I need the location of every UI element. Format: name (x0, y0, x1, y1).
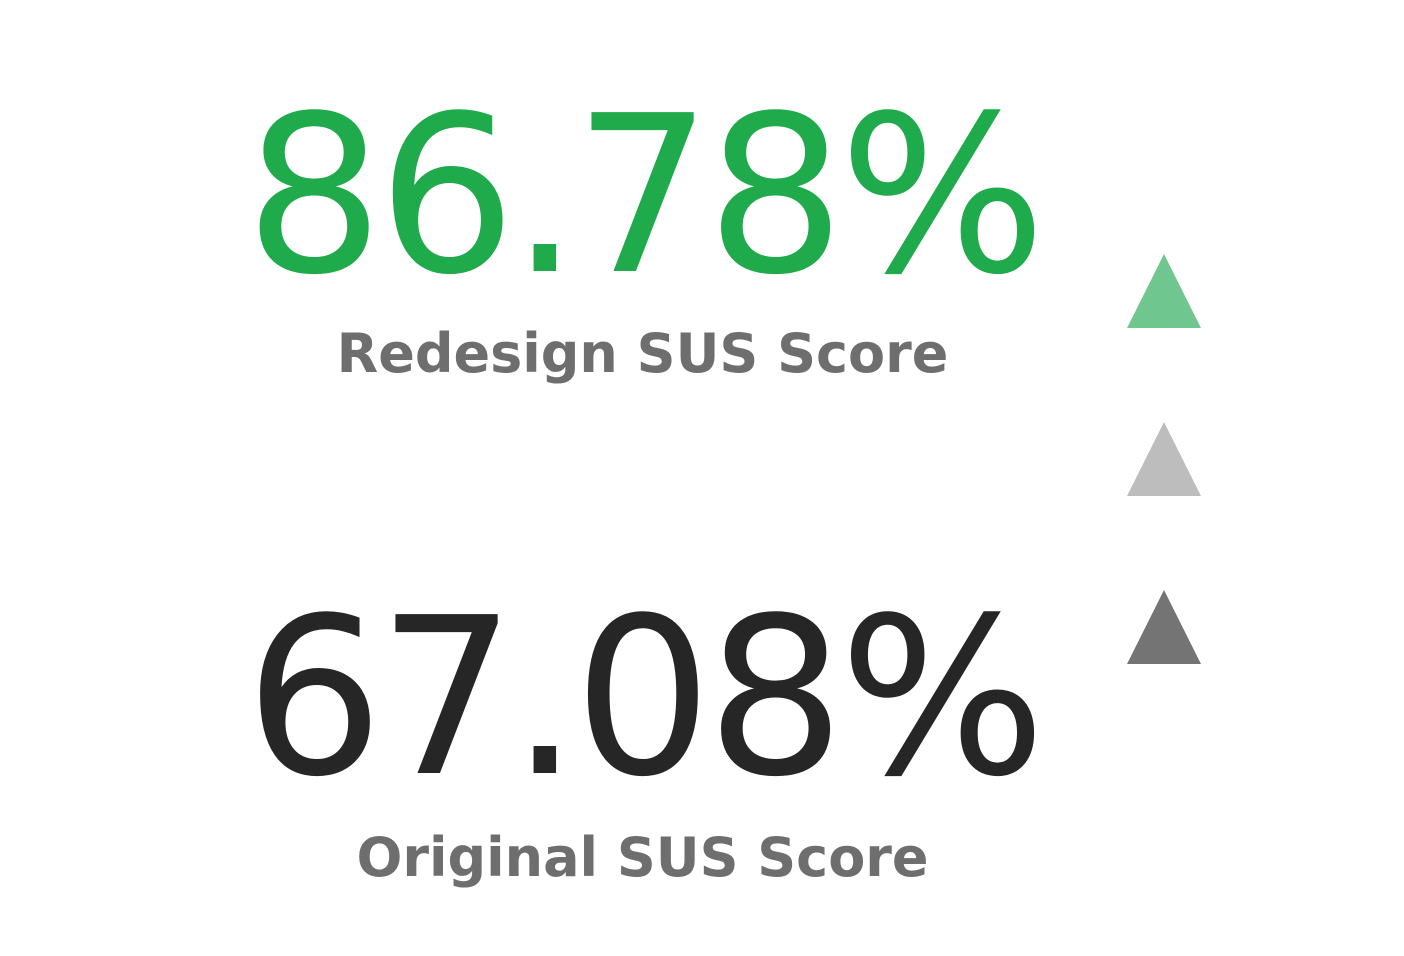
original-score-value: 67.08% (244, 572, 1046, 825)
redesign-score-label: Redesign SUS Score (336, 322, 949, 385)
original-score-block: 67.08% Original SUS Score (160, 580, 1125, 890)
triangle-up-icon (1127, 422, 1201, 496)
triangle-up-icon (1127, 254, 1201, 328)
trend-indicators (1127, 254, 1203, 665)
original-score-label: Original SUS Score (356, 826, 929, 889)
triangle-up-icon (1127, 590, 1201, 664)
redesign-score-value: 86.78% (244, 70, 1046, 323)
redesign-score-block: 86.78% Redesign SUS Score (160, 78, 1125, 386)
